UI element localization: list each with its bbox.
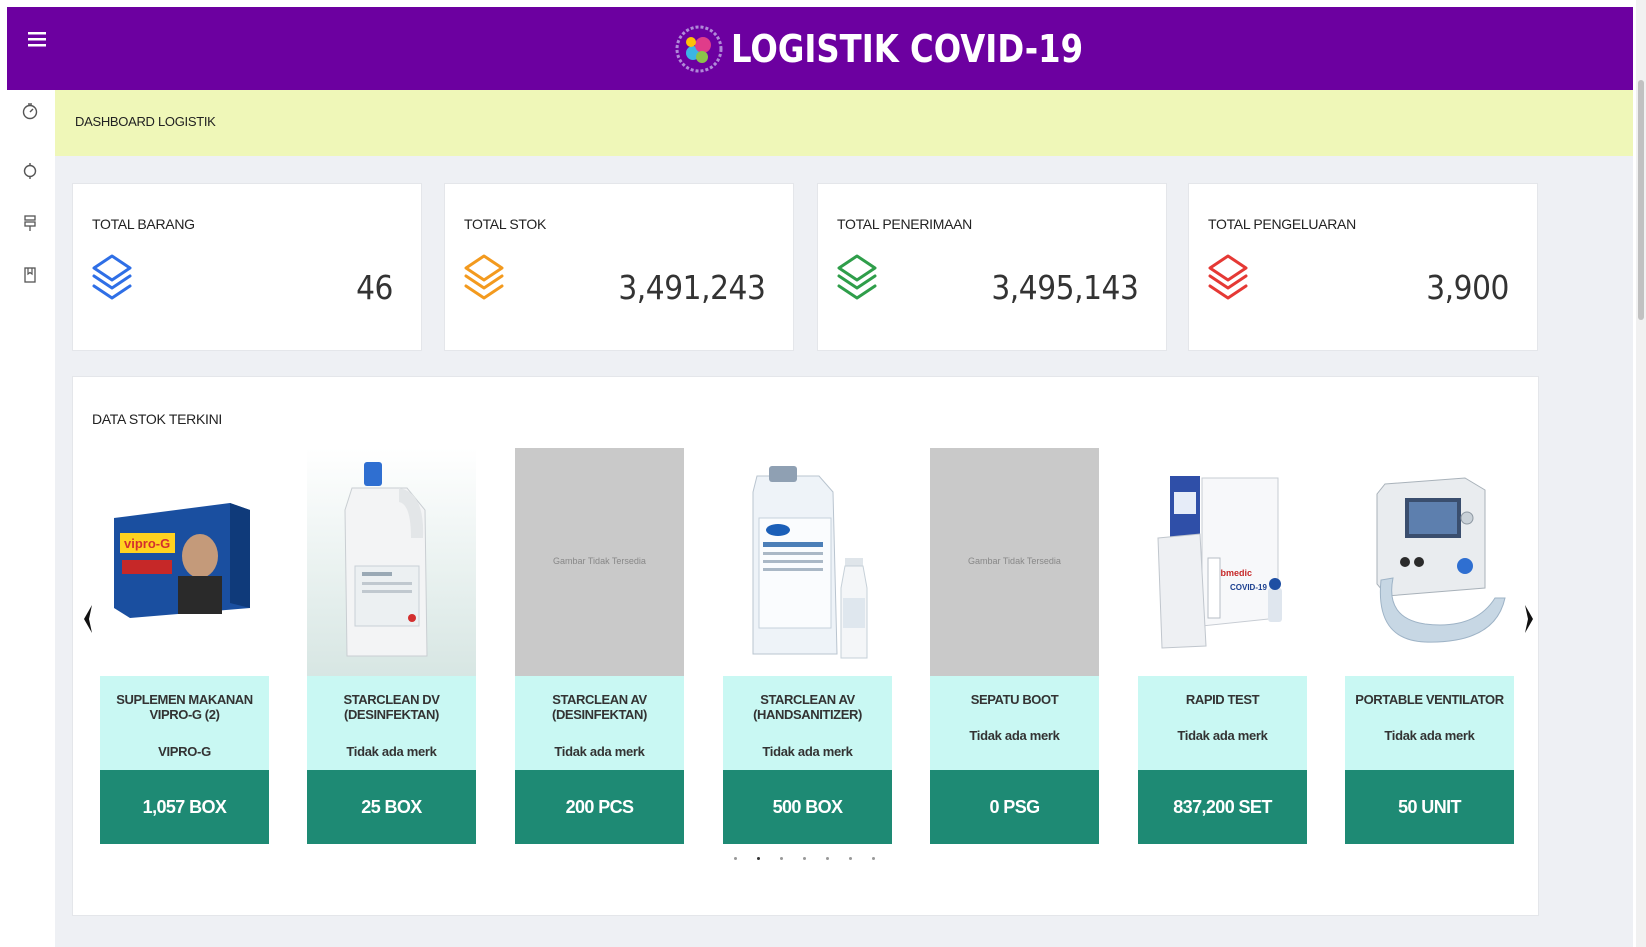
book-icon [24,267,36,283]
app-frame: LOGISTIK COVID-19 DASHBOARD LOGISTIK TOT… [7,7,1633,947]
chevron-left-icon [84,605,92,633]
chevron-right-icon [1525,605,1533,633]
product-brand: Tidak ada merk [554,744,645,759]
layers-icon [1208,254,1248,300]
carousel-dot[interactable] [803,857,806,860]
svg-text:vipro-G: vipro-G [124,536,170,551]
stat-value: 3,900 [1426,268,1509,307]
sidebar [7,90,55,947]
card-info: RAPID TEST Tidak ada merk [1138,676,1307,770]
signpost-icon [24,215,36,231]
card-info: STARCLEAN AV (DESINFEKTAN) Tidak ada mer… [515,676,684,770]
sidebar-item-signpost[interactable] [21,214,41,234]
carousel-dot[interactable] [734,857,737,860]
product-quantity: 1,057 BOX [100,770,269,844]
product-image [1345,448,1514,676]
stock-card[interactable]: PORTABLE VENTILATOR Tidak ada merk 50 UN… [1345,448,1514,844]
product-image [307,448,476,676]
card-info: STARCLEAN DV (DESINFEKTAN) Tidak ada mer… [307,676,476,770]
stat-card-total-pengeluaran: TOTAL PENGELUARAN 3,900 [1188,183,1538,351]
pusat-krisis-logo [675,25,723,73]
stock-card[interactable]: abbmedic COVID-19 RAPID TEST Tidak ada m… [1138,448,1307,844]
product-quantity: 500 BOX [723,770,892,844]
product-name: SEPATU BOOT [970,692,1059,707]
layers-icon [464,254,504,300]
stat-card-total-barang: TOTAL BARANG 46 [72,183,422,351]
carousel-dot[interactable] [780,857,783,860]
product-image [723,448,892,676]
sidebar-item-dashboard[interactable] [21,102,41,122]
carousel-dot[interactable] [757,857,760,860]
product-quantity: 50 UNIT [1345,770,1514,844]
stat-card-total-penerimaan: TOTAL PENERIMAAN 3,495,143 [817,183,1167,351]
card-info: STARCLEAN AV (HANDSANITIZER) Tidak ada m… [723,676,892,770]
sidebar-item-report[interactable] [21,266,41,286]
product-brand: Tidak ada merk [762,744,853,759]
product-quantity: 25 BOX [307,770,476,844]
product-quantity: 0 PSG [930,770,1099,844]
product-brand: Tidak ada merk [346,744,437,759]
stat-label: TOTAL PENERIMAAN [837,216,972,232]
stock-card[interactable]: Gambar Tidak Tersedia STARCLEAN AV (DESI… [515,448,684,844]
carousel-pagination [734,857,875,860]
no-image-text: Gambar Tidak Tersedia [553,556,646,566]
product-image-placeholder: Gambar Tidak Tersedia [515,448,684,676]
product-brand: Tidak ada merk [1177,728,1268,743]
stock-card[interactable]: STARCLEAN DV (DESINFEKTAN) Tidak ada mer… [307,448,476,844]
product-quantity: 837,200 SET [1138,770,1307,844]
stock-card[interactable]: STARCLEAN AV (HANDSANITIZER) Tidak ada m… [723,448,892,844]
stock-panel: DATA STOK TERKINI vipro-G SUPLEMEN MAKAN… [72,376,1539,916]
top-header: LOGISTIK COVID-19 [7,7,1633,90]
stat-value: 3,495,143 [990,268,1139,307]
carousel-dot[interactable] [849,857,852,860]
stat-value: 3,491,243 [617,268,766,307]
product-name: RAPID TEST [1185,692,1260,707]
product-brand: Tidak ada merk [1384,728,1475,743]
no-image-text: Gambar Tidak Tersedia [968,556,1061,566]
card-info: SEPATU BOOT Tidak ada merk [930,676,1099,770]
breadcrumb: DASHBOARD LOGISTIK [75,114,216,129]
scrollbar-thumb[interactable] [1638,80,1644,320]
product-image: vipro-G [100,448,269,676]
product-name: STARCLEAN AV (HANDSANITIZER) [753,692,862,722]
product-name: STARCLEAN AV (DESINFEKTAN) [552,692,647,722]
stock-card[interactable]: vipro-G SUPLEMEN MAKANAN VIPRO-G (2) VIP… [100,448,269,844]
stat-label: TOTAL BARANG [92,216,195,232]
product-name: STARCLEAN DV (DESINFEKTAN) [343,692,440,722]
page-scrollbar[interactable] [1636,0,1646,947]
brand: LOGISTIK COVID-19 [675,16,1145,82]
product-brand: Tidak ada merk [969,728,1060,743]
stat-card-total-stok: TOTAL STOK 3,491,243 [444,183,794,351]
target-icon [23,163,37,179]
product-image: abbmedic COVID-19 [1138,448,1307,676]
layers-icon [92,254,132,300]
layers-icon [837,254,877,300]
svg-text:COVID-19: COVID-19 [1230,583,1267,592]
stat-label: TOTAL PENGELUARAN [1208,216,1356,232]
product-quantity: 200 PCS [515,770,684,844]
stock-card[interactable]: Gambar Tidak Tersedia SEPATU BOOT Tidak … [930,448,1099,844]
card-info: SUPLEMEN MAKANAN VIPRO-G (2) VIPRO-G [100,676,269,770]
carousel-dot[interactable] [872,857,875,860]
product-image-placeholder: Gambar Tidak Tersedia [930,448,1099,676]
product-name: PORTABLE VENTILATOR [1355,692,1504,707]
stat-label: TOTAL STOK [464,216,547,232]
product-name: SUPLEMEN MAKANAN VIPRO-G (2) [116,692,253,722]
carousel-prev-button[interactable] [78,601,98,637]
sidebar-item-target[interactable] [21,162,41,182]
carousel-dot[interactable] [826,857,829,860]
card-info: PORTABLE VENTILATOR Tidak ada merk [1345,676,1514,770]
breadcrumb-bar: DASHBOARD LOGISTIK [55,90,1633,156]
speedometer-icon [22,103,38,120]
stat-value: 46 [356,268,393,307]
product-brand: VIPRO-G [158,744,211,759]
app-title: LOGISTIK COVID-19 [731,27,1084,71]
hamburger-menu-icon[interactable] [22,25,52,55]
carousel-next-button[interactable] [1519,601,1539,637]
panel-title: DATA STOK TERKINI [92,411,223,427]
